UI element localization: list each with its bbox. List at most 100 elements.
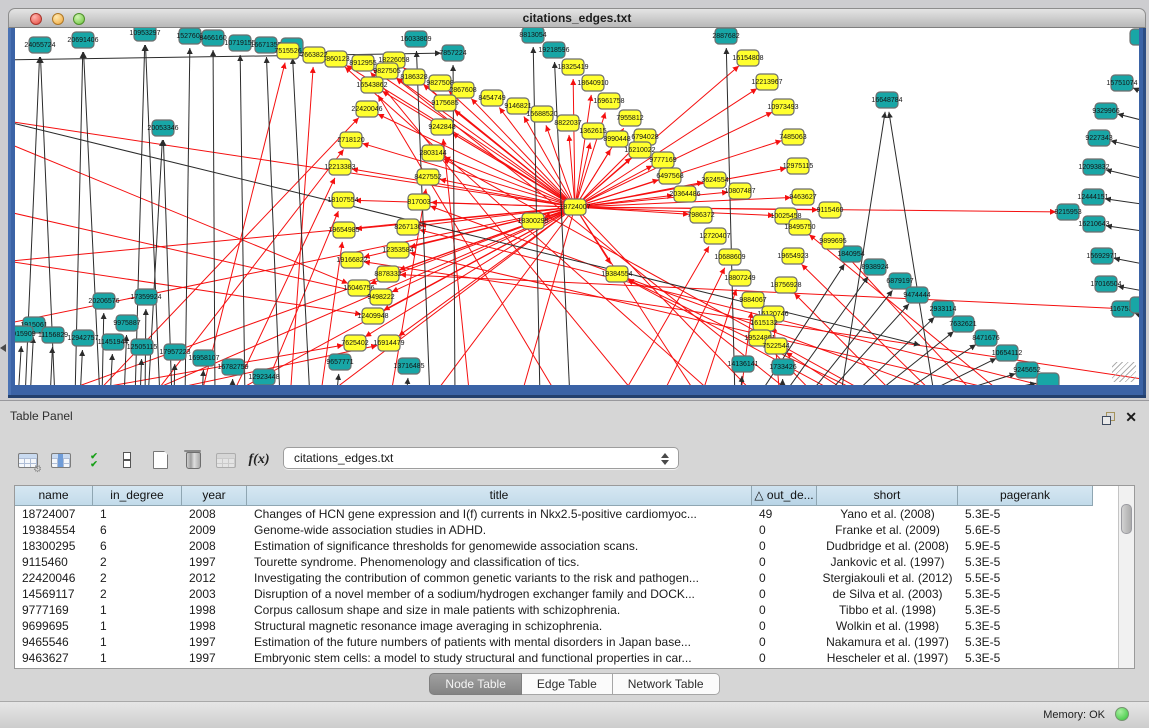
table-cell[interactable]: Estimation of the future numbers of pati…	[247, 634, 752, 650]
table-cell[interactable]: 2	[93, 570, 182, 586]
table-cell[interactable]: 5.5E-5	[958, 570, 1093, 586]
resize-grip-icon[interactable]	[1112, 362, 1136, 382]
table-cell[interactable]: Nakamura et al. (1997)	[817, 634, 958, 650]
table-cell[interactable]: 6	[93, 538, 182, 554]
table-cell[interactable]: Genome-wide association studies in ADHD.	[247, 522, 752, 538]
table-cell[interactable]: 49	[752, 506, 817, 522]
table-cell[interactable]: 9463627	[15, 650, 93, 666]
panel-collapse-arrow-icon[interactable]	[0, 344, 6, 352]
table-cell[interactable]: 9465546	[15, 634, 93, 650]
table-cell[interactable]: Estimation of significance thresholds fo…	[247, 538, 752, 554]
table-cell[interactable]: 0	[752, 650, 817, 666]
table-cell[interactable]: Dudbridge et al. (2008)	[817, 538, 958, 554]
table-cell[interactable]: 1	[93, 602, 182, 618]
table-cell[interactable]: 5.3E-5	[958, 634, 1093, 650]
table-cell[interactable]: 0	[752, 618, 817, 634]
table-row[interactable]: 969969511998Structural magnetic resonanc…	[15, 618, 1119, 634]
row-height-icon[interactable]	[116, 451, 138, 470]
column-header-in-degree[interactable]: in_degree	[93, 486, 182, 506]
float-panel-icon[interactable]	[1102, 412, 1115, 425]
table-cell[interactable]: 0	[752, 538, 817, 554]
table-row[interactable]: 946362711997Embryonic stem cells: a mode…	[15, 650, 1119, 666]
function-builder-icon[interactable]: f(x)	[248, 451, 270, 470]
minimize-window-button[interactable]	[52, 13, 64, 25]
table-cell[interactable]: Embryonic stem cells: a model to study s…	[247, 650, 752, 666]
table-cell[interactable]: 5.3E-5	[958, 554, 1093, 570]
table-cell[interactable]: 5.3E-5	[958, 602, 1093, 618]
table-cell[interactable]: 2	[93, 586, 182, 602]
table-cell[interactable]: 5.3E-5	[958, 650, 1093, 666]
table-cell[interactable]: 5.3E-5	[958, 506, 1093, 522]
table-cell[interactable]: Investigating the contribution of common…	[247, 570, 752, 586]
table-cell[interactable]: 19384554	[15, 522, 93, 538]
table-cell[interactable]: 0	[752, 602, 817, 618]
table-cell[interactable]: 6	[93, 522, 182, 538]
table-row[interactable]: 1938455462009Genome-wide association stu…	[15, 522, 1119, 538]
table-cell[interactable]: 2008	[182, 538, 247, 554]
column-visibility-icon[interactable]	[50, 451, 72, 470]
table-cell[interactable]: 1998	[182, 602, 247, 618]
table-cell[interactable]: 5.3E-5	[958, 586, 1093, 602]
table-cell[interactable]: 22420046	[15, 570, 93, 586]
table-cell[interactable]: Jankovic et al. (1997)	[817, 554, 958, 570]
table-cell[interactable]: 14569117	[15, 586, 93, 602]
table-row[interactable]: 911546021997Tourette syndrome. Phenomeno…	[15, 554, 1119, 570]
table-cell[interactable]: Tourette syndrome. Phenomenology and cla…	[247, 554, 752, 570]
table-cell[interactable]: 1	[93, 506, 182, 522]
table-settings-icon[interactable]: ⚙	[17, 451, 39, 470]
column-header-out-de-[interactable]: △ out_de...	[752, 486, 817, 506]
table-cell[interactable]: 1998	[182, 618, 247, 634]
table-cell[interactable]: 0	[752, 634, 817, 650]
zoom-window-button[interactable]	[73, 13, 85, 25]
table-cell[interactable]: 2009	[182, 522, 247, 538]
column-header-year[interactable]: year	[182, 486, 247, 506]
table-row[interactable]: 946554611997Estimation of the future num…	[15, 634, 1119, 650]
graph-node[interactable]	[1130, 297, 1139, 313]
table-row[interactable]: 977716911998Corpus callosum shape and si…	[15, 602, 1119, 618]
table-cell[interactable]: 2003	[182, 586, 247, 602]
graph-node[interactable]	[1037, 373, 1059, 385]
table-cell[interactable]: Tibbo et al. (1998)	[817, 602, 958, 618]
table-cell[interactable]: Changes of HCN gene expression and I(f) …	[247, 506, 752, 522]
table-cell[interactable]: Yano et al. (2008)	[817, 506, 958, 522]
table-cell[interactable]: Stergiakouli et al. (2012)	[817, 570, 958, 586]
row-checklist-icon[interactable]: ✔✔	[83, 451, 105, 470]
table-cell[interactable]: 0	[752, 586, 817, 602]
table-cell[interactable]: Structural magnetic resonance image aver…	[247, 618, 752, 634]
close-window-button[interactable]	[30, 13, 42, 25]
table-cell[interactable]: 1	[93, 650, 182, 666]
vertical-scrollbar[interactable]	[1118, 486, 1134, 668]
delete-table-icon[interactable]	[182, 451, 204, 470]
table-cell[interactable]: Corpus callosum shape and size in male p…	[247, 602, 752, 618]
table-row[interactable]: 1456911722003Disruption of a novel membe…	[15, 586, 1119, 602]
table-cell[interactable]: 5.6E-5	[958, 522, 1093, 538]
table-cell[interactable]: 2008	[182, 506, 247, 522]
table-cell[interactable]: 18300295	[15, 538, 93, 554]
table-row[interactable]: 1830029562008Estimation of significance …	[15, 538, 1119, 554]
tab-edge-table[interactable]: Edge Table	[522, 673, 613, 695]
table-cell[interactable]: 1997	[182, 634, 247, 650]
table-cell[interactable]: 0	[752, 522, 817, 538]
table-cell[interactable]: 9777169	[15, 602, 93, 618]
column-header-pagerank[interactable]: pagerank	[958, 486, 1093, 506]
table-row[interactable]: 1872400712008Changes of HCN gene express…	[15, 506, 1119, 522]
table-cell[interactable]: 1	[93, 634, 182, 650]
table-cell[interactable]: Wolkin et al. (1998)	[817, 618, 958, 634]
table-selector-dropdown[interactable]: citations_edges.txt	[283, 447, 679, 469]
tab-network-table[interactable]: Network Table	[613, 673, 720, 695]
table-cell[interactable]: de Silva et al. (2003)	[817, 586, 958, 602]
new-table-icon[interactable]	[149, 451, 171, 470]
table-cell[interactable]: Hescheler et al. (1997)	[817, 650, 958, 666]
table-cell[interactable]: 0	[752, 570, 817, 586]
table-cell[interactable]: 5.9E-5	[958, 538, 1093, 554]
scrollbar-thumb[interactable]	[1121, 504, 1132, 534]
table-cell[interactable]: 9699695	[15, 618, 93, 634]
table-cell[interactable]: 1	[93, 618, 182, 634]
table-cell[interactable]: Disruption of a novel member of a sodium…	[247, 586, 752, 602]
table-cell[interactable]: Franke et al. (2009)	[817, 522, 958, 538]
graph-node[interactable]	[1130, 29, 1139, 45]
close-panel-icon[interactable]: ✕	[1125, 409, 1137, 425]
column-header-title[interactable]: title	[247, 486, 752, 506]
network-canvas[interactable]: 2405572420691406109532971527602846616010…	[15, 28, 1139, 385]
column-header-name[interactable]: name	[15, 486, 93, 506]
